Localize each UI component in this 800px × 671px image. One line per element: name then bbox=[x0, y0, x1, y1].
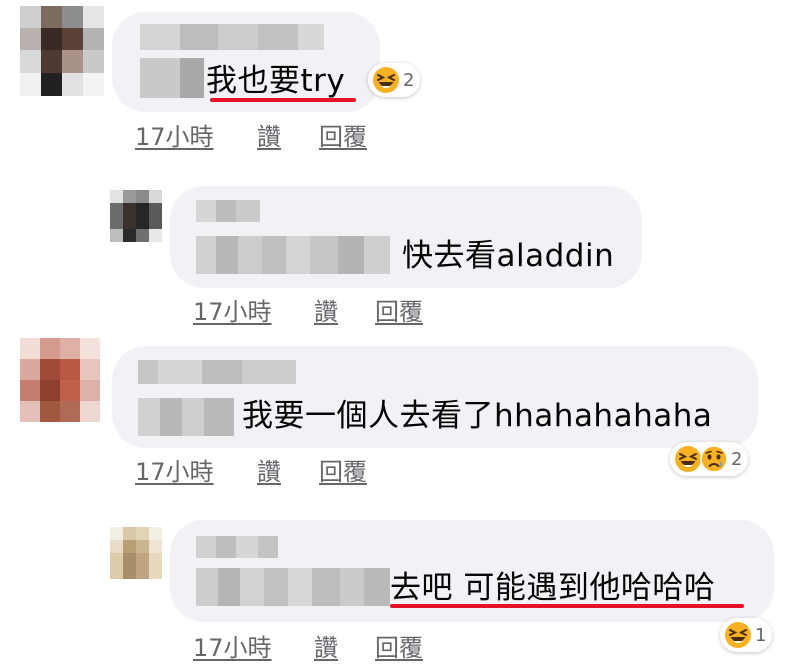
reaction-count: 2 bbox=[731, 448, 743, 470]
comment-text: 去吧 可能遇到他哈哈哈 bbox=[390, 570, 716, 606]
reply-button[interactable]: 回覆 bbox=[319, 458, 367, 486]
laughing-emoji-icon bbox=[675, 446, 701, 472]
comment-text: 我也要try bbox=[206, 63, 346, 99]
reply-button[interactable]: 回覆 bbox=[375, 634, 423, 662]
reaction-count: 2 bbox=[403, 69, 415, 91]
timestamp-link[interactable]: 17小時 bbox=[193, 298, 272, 326]
sad-emoji-icon bbox=[700, 445, 728, 473]
reaction-summary[interactable]: 1 bbox=[720, 618, 773, 652]
avatar[interactable] bbox=[20, 338, 100, 422]
timestamp-link[interactable]: 17小時 bbox=[135, 458, 214, 486]
like-button[interactable]: 讚 bbox=[314, 634, 338, 662]
avatar[interactable] bbox=[110, 190, 162, 242]
red-underline-mark bbox=[390, 604, 744, 608]
reply-button[interactable]: 回覆 bbox=[319, 123, 367, 151]
timestamp-link[interactable]: 17小時 bbox=[193, 634, 272, 662]
reply-button[interactable]: 回覆 bbox=[375, 298, 423, 326]
laughing-emoji-icon bbox=[725, 622, 751, 648]
avatar[interactable] bbox=[110, 527, 162, 579]
reaction-summary[interactable]: 2 bbox=[670, 442, 749, 476]
laughing-emoji-icon bbox=[373, 67, 399, 93]
like-button[interactable]: 讚 bbox=[257, 458, 281, 486]
reaction-summary[interactable]: 2 bbox=[368, 63, 421, 97]
comment-text: 快去看aladdin bbox=[402, 238, 615, 274]
avatar[interactable] bbox=[20, 6, 104, 96]
like-button[interactable]: 讚 bbox=[257, 123, 281, 151]
timestamp-link[interactable]: 17小時 bbox=[135, 123, 214, 151]
red-underline-mark bbox=[210, 98, 356, 102]
like-button[interactable]: 讚 bbox=[314, 298, 338, 326]
reaction-count: 1 bbox=[755, 624, 767, 646]
comment-text: 我要一個人去看了hhahahahaha bbox=[242, 398, 713, 434]
